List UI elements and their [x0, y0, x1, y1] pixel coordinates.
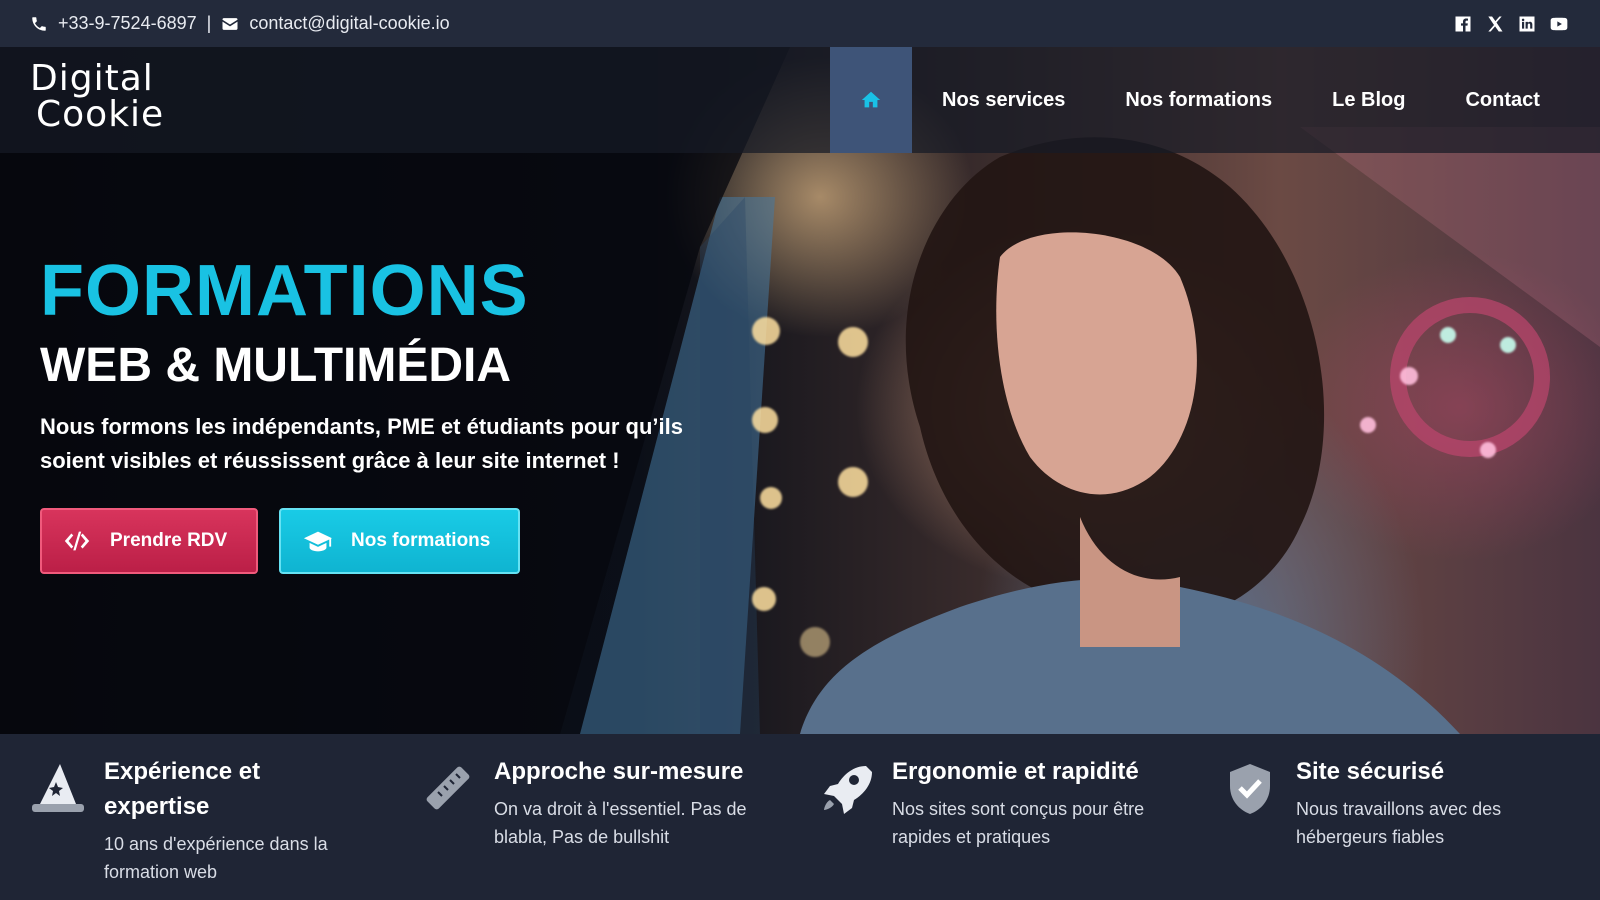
feature-description: 10 ans d'expérience dans la formation we… — [104, 834, 328, 882]
bokeh-light — [1400, 367, 1418, 385]
bokeh-light — [838, 467, 868, 497]
facebook-icon[interactable] — [1452, 13, 1474, 35]
linkedin-icon[interactable] — [1516, 13, 1538, 35]
our-trainings-label: Nos formations — [351, 530, 491, 551]
bokeh-light — [752, 407, 778, 433]
our-trainings-button[interactable]: Nos formations — [279, 508, 520, 574]
hero-lead: Nous formons les indépendants, PME et ét… — [40, 414, 683, 473]
nav-home-button[interactable] — [830, 47, 912, 153]
feature-title: Ergonomie et rapidité — [892, 758, 1139, 785]
shield-check-icon — [1222, 760, 1278, 816]
nav-item-formations[interactable]: Nos formations — [1125, 89, 1272, 112]
ruler-icon — [420, 760, 476, 816]
social-links — [1452, 13, 1570, 35]
contact-info: +33-9-7524-6897 | contact@digital-cookie… — [30, 13, 450, 34]
bokeh-light — [752, 587, 776, 611]
bokeh-light — [1500, 337, 1516, 353]
feature-title: Approche sur-mesure — [494, 758, 744, 785]
top-contact-bar: +33-9-7524-6897 | contact@digital-cookie… — [0, 0, 1600, 47]
main-navigation: Digital Cookie Nos services Nos formatio… — [0, 47, 1600, 153]
feature-description: Nos sites sont conçus pour être rapides … — [892, 799, 1145, 847]
hero-title: FORMATIONS — [40, 251, 529, 331]
wizard-hat-icon — [30, 760, 86, 816]
feature-title: Site sécurisé — [1296, 758, 1445, 785]
nav-item-services[interactable]: Nos services — [942, 89, 1065, 112]
bokeh-light — [760, 487, 782, 509]
email-link[interactable]: contact@digital-cookie.io — [249, 13, 449, 34]
bokeh-light — [800, 627, 830, 657]
envelope-icon — [222, 17, 238, 30]
bokeh-light — [1360, 417, 1376, 433]
bokeh-light — [1480, 442, 1496, 458]
bokeh-light — [752, 317, 780, 345]
brand-line-2: Cookie — [36, 94, 165, 135]
bokeh-light — [1440, 327, 1456, 343]
home-icon — [861, 91, 881, 108]
youtube-icon[interactable] — [1548, 13, 1570, 35]
code-icon — [64, 531, 90, 551]
nav-item-blog[interactable]: Le Blog — [1332, 89, 1405, 112]
phone-link[interactable]: +33-9-7524-6897 — [58, 13, 197, 34]
graduation-cap-icon — [303, 531, 333, 552]
brand-line-1: Digital — [30, 58, 154, 99]
book-appointment-button[interactable]: Prendre RDV — [40, 508, 258, 574]
brand-logo[interactable]: Digital Cookie — [30, 61, 210, 141]
feature-description: On va droit à l'essentiel. Pas de blabla… — [494, 799, 747, 847]
feature-description: Nous travaillons avec des hébergeurs fia… — [1296, 799, 1502, 847]
feature-title: Expérience et expertise — [104, 758, 261, 820]
phone-icon — [32, 16, 46, 31]
x-icon[interactable] — [1484, 13, 1506, 35]
nav-item-contact[interactable]: Contact — [1465, 89, 1539, 112]
separator: | — [206, 13, 212, 33]
bokeh-light — [838, 327, 868, 357]
features-strip: Expérience et expertise 10 ans d'expérie… — [0, 734, 1600, 900]
hero-subtitle: WEB & MULTIMÉDIA — [40, 339, 512, 392]
nav-menu: Nos services Nos formations Le Blog Cont… — [830, 47, 1570, 153]
rocket-icon — [818, 760, 874, 816]
book-appointment-label: Prendre RDV — [110, 530, 228, 551]
